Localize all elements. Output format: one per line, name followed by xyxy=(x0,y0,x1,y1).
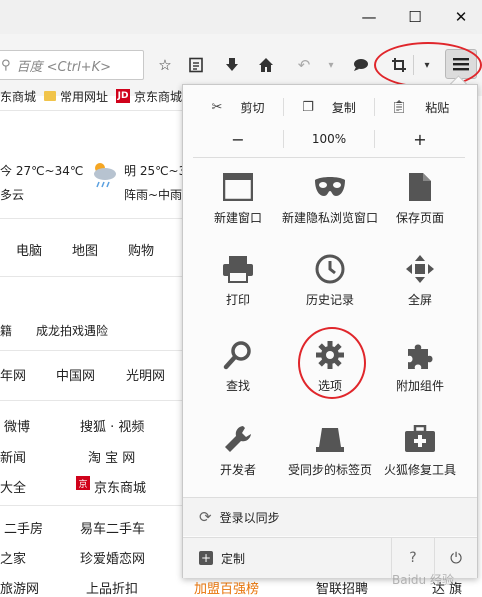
download-icon[interactable] xyxy=(219,52,245,78)
sync-icon: ⟳ xyxy=(199,508,212,526)
chat-bubble-icon[interactable] xyxy=(348,52,374,78)
jd-logo-icon: JD xyxy=(116,89,131,103)
addons-button[interactable]: 附加组件 xyxy=(377,335,463,393)
site-link[interactable]: 大全 xyxy=(0,477,26,496)
find-button[interactable]: 查找 xyxy=(195,335,281,393)
fullscreen-icon xyxy=(400,249,440,289)
copy-button[interactable]: ❐ 复制 xyxy=(284,99,374,116)
site-link[interactable]: 加盟百强榜 xyxy=(194,578,259,597)
scissors-icon: ✂ xyxy=(211,99,223,115)
site-link[interactable]: 之家 xyxy=(0,548,26,567)
site-link[interactable]: 淘 宝 网 xyxy=(88,447,135,466)
weather-today-temp: 今 27℃~34℃ xyxy=(0,164,84,178)
rain-cloud-icon xyxy=(90,160,118,190)
site-link[interactable]: 智联招聘 xyxy=(316,578,368,597)
divider xyxy=(0,110,190,111)
copy-icon: ❐ xyxy=(302,99,314,115)
zoom-reset-button[interactable]: 100% xyxy=(284,132,374,146)
private-window-button[interactable]: 新建隐私浏览窗口 xyxy=(282,167,378,225)
reading-list-icon[interactable] xyxy=(183,52,209,78)
site-link[interactable]: 上品折扣 xyxy=(86,578,138,597)
history-button[interactable]: 历史记录 xyxy=(287,249,373,307)
news-link[interactable]: 籍 xyxy=(0,322,12,339)
site-link[interactable]: 微博 xyxy=(4,416,30,435)
jd-logo-icon: 京 xyxy=(76,476,90,490)
repair-toolkit-icon xyxy=(400,419,440,459)
nav-link[interactable]: 电脑 xyxy=(16,240,42,259)
save-page-icon xyxy=(400,167,440,207)
site-link[interactable]: 京东商城 xyxy=(94,477,146,496)
addons-puzzle-icon xyxy=(400,335,440,375)
zoom-in-button[interactable]: + xyxy=(375,130,465,149)
divider xyxy=(0,505,190,506)
site-link[interactable]: 二手房 xyxy=(4,518,43,537)
site-link[interactable]: 中国网 xyxy=(56,365,95,384)
private-mask-icon xyxy=(310,167,350,207)
news-link[interactable]: 成龙拍戏遇险 xyxy=(36,322,108,339)
bookmarks-toolbar: 东商城 常用网址 JD 京东商城 xyxy=(0,84,186,108)
printer-icon xyxy=(218,249,258,289)
site-link[interactable]: 新闻 xyxy=(0,447,26,466)
home-icon[interactable] xyxy=(253,52,279,78)
search-input[interactable]: ⚲ 百度 <Ctrl+K> xyxy=(0,50,144,80)
new-window-button[interactable]: 新建窗口 xyxy=(195,167,281,225)
maximize-button[interactable]: ☐ xyxy=(392,0,438,34)
paste-button[interactable]: 📋︎ 粘贴 xyxy=(375,99,465,116)
clipboard-icon: 📋︎ xyxy=(390,99,408,115)
weather-today-desc: 多云 xyxy=(0,188,25,202)
site-link[interactable]: 珍爱婚恋网 xyxy=(80,548,145,567)
folder-icon xyxy=(44,91,57,101)
bookmark-jd-partial[interactable]: 东商城 xyxy=(0,88,36,105)
site-link[interactable]: 搜狐 · 视频 xyxy=(80,416,144,435)
plus-box-icon: + xyxy=(199,551,213,565)
print-button[interactable]: 打印 xyxy=(195,249,281,307)
nav-link[interactable]: 购物 xyxy=(128,240,154,259)
site-link[interactable]: 易车二手车 xyxy=(80,518,145,537)
highlight-circle-options xyxy=(298,327,366,399)
search-icon: ⚲ xyxy=(1,57,11,73)
history-clock-icon xyxy=(310,249,350,289)
minimize-button[interactable]: — xyxy=(346,0,392,34)
divider xyxy=(0,218,190,219)
zoom-out-button[interactable]: − xyxy=(193,130,283,149)
highlight-circle-toolbar xyxy=(374,42,482,88)
site-link[interactable]: 年网 xyxy=(0,365,26,384)
sign-in-sync-button[interactable]: ⟳ 登录以同步 xyxy=(183,497,477,536)
cut-button[interactable]: ✂ 剪切 xyxy=(193,99,283,116)
synced-tabs-icon xyxy=(310,419,350,459)
close-button[interactable]: ✕ xyxy=(438,0,482,34)
site-link[interactable]: 旅游网 xyxy=(0,578,39,597)
weather-tomorrow-desc: 阵雨~中雨 xyxy=(124,188,183,202)
divider xyxy=(193,157,465,158)
site-link[interactable]: 光明网 xyxy=(126,365,165,384)
divider xyxy=(0,400,190,401)
developer-wrench-icon xyxy=(218,419,258,459)
nav-link[interactable]: 地图 xyxy=(72,240,98,259)
zoom-controls: − 100% + xyxy=(193,125,465,153)
firefox-menu-panel: ✂ 剪切 ❐ 复制 📋︎ 粘贴 − 100% + 新建窗口 新建隐私浏览窗口 保存页面… xyxy=(182,84,478,578)
divider xyxy=(0,276,190,277)
bookmark-star-icon[interactable]: ☆ xyxy=(152,52,178,78)
baidu-jingyan-watermark: Baidu 经验 xyxy=(392,572,454,587)
new-window-icon xyxy=(218,167,258,207)
undo-dropdown-icon[interactable]: ▾ xyxy=(318,52,344,78)
fullscreen-button[interactable]: 全屏 xyxy=(377,249,463,307)
find-magnifier-icon xyxy=(218,335,258,375)
divider xyxy=(0,350,190,351)
bookmark-folder-common[interactable]: 常用网址 xyxy=(44,88,108,105)
save-page-button[interactable]: 保存页面 xyxy=(377,167,463,225)
repair-tool-button[interactable]: 火狐修复工具 xyxy=(377,419,463,477)
bookmark-jd[interactable]: JD 京东商城 xyxy=(116,88,182,105)
customize-button[interactable]: + 定制 xyxy=(183,538,391,578)
synced-tabs-button[interactable]: 受同步的标签页 xyxy=(287,419,373,477)
edit-controls: ✂ 剪切 ❐ 复制 📋︎ 粘贴 xyxy=(193,93,465,121)
undo-close-icon[interactable]: ↶ xyxy=(291,52,317,78)
weather-tomorrow-temp: 明 25℃~3 xyxy=(124,164,187,178)
developer-button[interactable]: 开发者 xyxy=(195,419,281,477)
